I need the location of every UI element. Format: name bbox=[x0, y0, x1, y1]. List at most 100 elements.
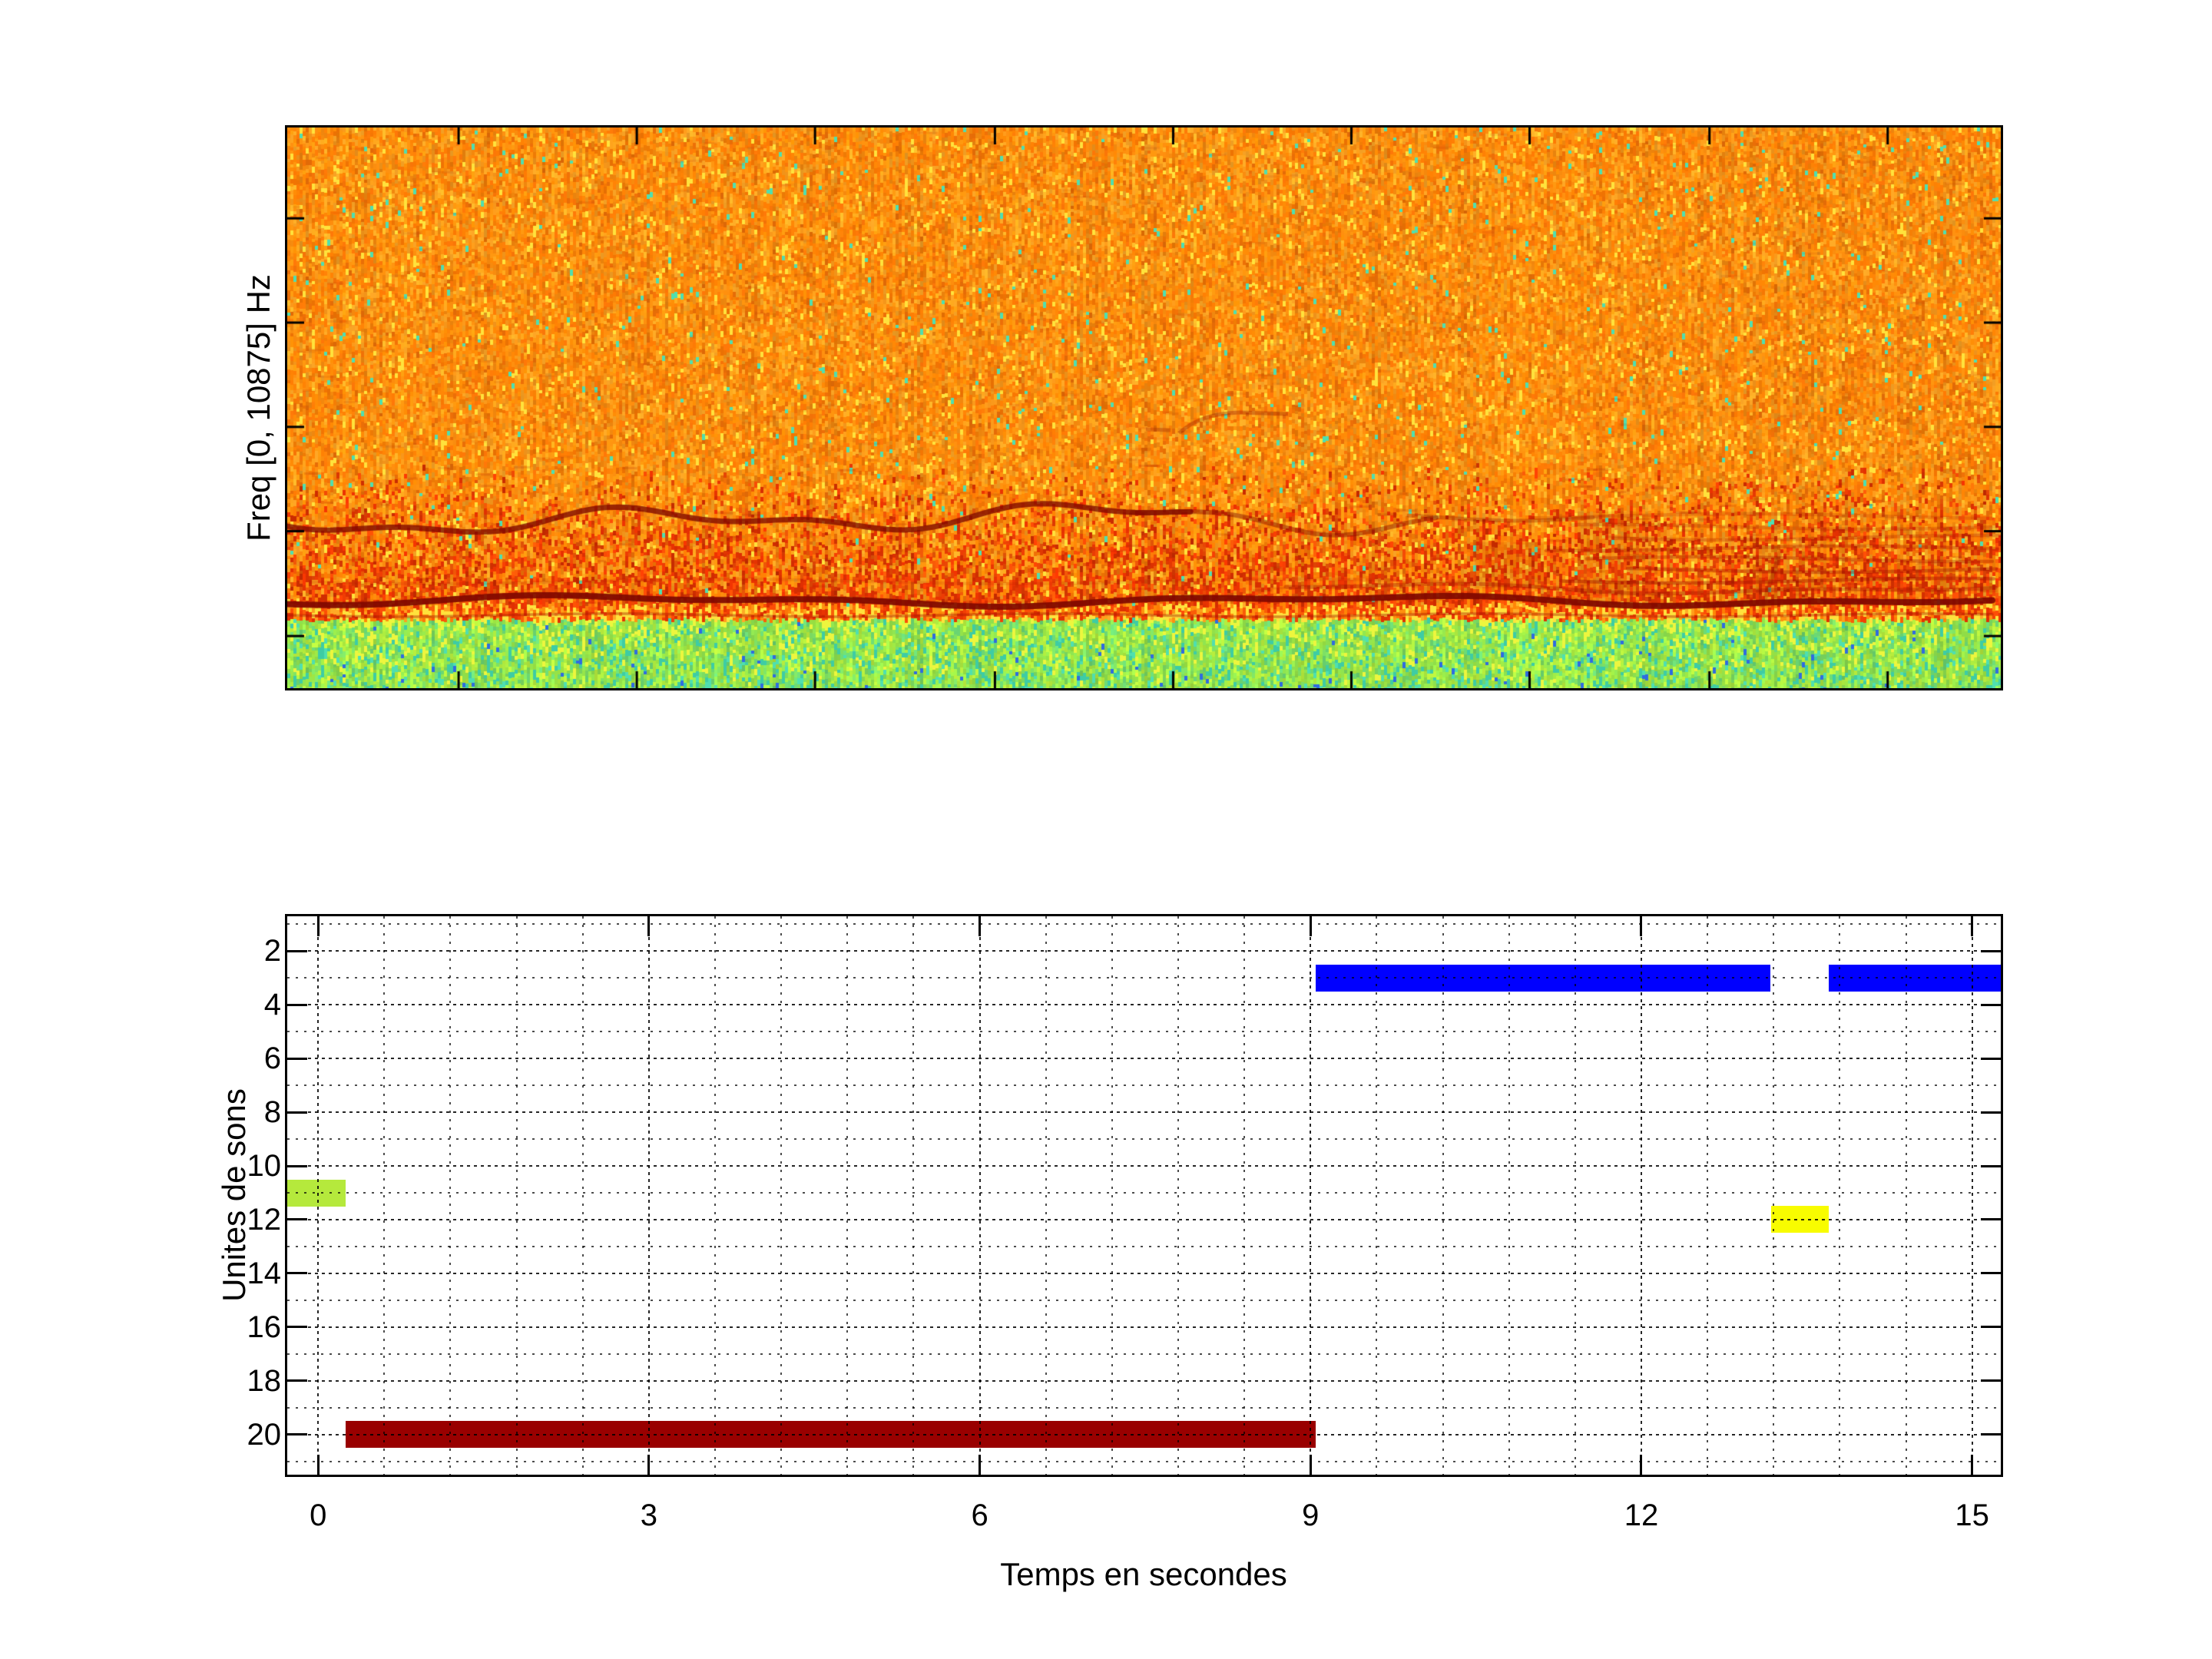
grid-h-minor bbox=[287, 1138, 2001, 1140]
x-tick-mark bbox=[1310, 1455, 1312, 1475]
grid-h-minor bbox=[287, 1031, 2001, 1032]
y-tick-label: 4 bbox=[135, 985, 281, 1024]
y-tick-mark bbox=[287, 950, 307, 952]
y-tick-mark-right bbox=[1981, 1218, 2001, 1220]
y-tick-mark bbox=[287, 1058, 307, 1060]
timeline-plot-area bbox=[287, 916, 2001, 1475]
x-tick-mark bbox=[1640, 1455, 1642, 1475]
grid-h-major bbox=[287, 1380, 2001, 1382]
grid-h-minor bbox=[287, 1084, 2001, 1086]
x-tick-label: 6 bbox=[926, 1496, 1034, 1535]
grid-v-minor bbox=[1243, 916, 1245, 1475]
x-tick-label: 3 bbox=[595, 1496, 703, 1535]
grid-v-major bbox=[317, 916, 319, 1475]
y-tick-mark-right bbox=[1981, 1433, 2001, 1435]
y-tick-label: 8 bbox=[135, 1093, 281, 1131]
y-tick-label: 20 bbox=[135, 1416, 281, 1454]
y-tick-label: 18 bbox=[135, 1362, 281, 1400]
grid-h-major bbox=[287, 1434, 2001, 1435]
grid-v-minor bbox=[516, 916, 518, 1475]
grid-v-minor bbox=[1508, 916, 1510, 1475]
grid-v-minor bbox=[1177, 916, 1179, 1475]
grid-h-minor bbox=[287, 977, 2001, 979]
y-tick-mark-right bbox=[1981, 1004, 2001, 1006]
y-tick-mark bbox=[287, 1433, 307, 1435]
y-tick-mark bbox=[287, 1165, 307, 1167]
grid-v-major bbox=[648, 916, 650, 1475]
grid-v-minor bbox=[1575, 916, 1576, 1475]
x-tick-label: 0 bbox=[264, 1496, 372, 1535]
grid-v-minor bbox=[1773, 916, 1774, 1475]
grid-h-minor bbox=[287, 1353, 2001, 1355]
spectrogram-ylabel: Freq [0, 10875] Hz bbox=[236, 139, 282, 677]
grid-h-minor bbox=[287, 1246, 2001, 1247]
x-tick-label: 9 bbox=[1257, 1496, 1364, 1535]
timeline-panel bbox=[285, 914, 2003, 1477]
x-tick-mark-top bbox=[647, 916, 650, 936]
y-tick-mark bbox=[287, 1272, 307, 1274]
grid-h-major bbox=[287, 1111, 2001, 1113]
y-tick-mark-right bbox=[1981, 1058, 2001, 1060]
y-tick-mark-right bbox=[1981, 1326, 2001, 1328]
y-tick-mark bbox=[287, 1379, 307, 1382]
y-tick-mark bbox=[287, 1326, 307, 1328]
grid-v-minor bbox=[582, 916, 584, 1475]
grid-v-minor bbox=[780, 916, 782, 1475]
x-tick-mark-top bbox=[1971, 916, 1973, 936]
y-tick-mark bbox=[287, 1004, 307, 1006]
grid-v-minor bbox=[1707, 916, 1708, 1475]
grid-h-major bbox=[287, 1219, 2001, 1220]
grid-h-minor bbox=[287, 1192, 2001, 1194]
y-tick-mark bbox=[287, 1218, 307, 1220]
grid-v-minor bbox=[1376, 916, 1377, 1475]
x-tick-mark bbox=[317, 1455, 320, 1475]
grid-v-minor bbox=[383, 916, 385, 1475]
y-tick-mark-right bbox=[1981, 950, 2001, 952]
x-tick-label: 15 bbox=[1919, 1496, 2026, 1535]
timeline-ylabel: Unites de sons bbox=[211, 965, 257, 1426]
grid-h-major bbox=[287, 1165, 2001, 1167]
grid-h-minor bbox=[287, 923, 2001, 925]
x-tick-mark-top bbox=[317, 916, 320, 936]
grid-h-major bbox=[287, 1273, 2001, 1274]
grid-h-major bbox=[287, 950, 2001, 952]
grid-v-major bbox=[979, 916, 981, 1475]
y-tick-mark-right bbox=[1981, 1272, 2001, 1274]
y-tick-mark-right bbox=[1981, 1379, 2001, 1382]
grid-h-major bbox=[287, 1058, 2001, 1059]
y-tick-label: 14 bbox=[135, 1254, 281, 1293]
x-tick-mark-top bbox=[979, 916, 981, 936]
y-tick-mark-right bbox=[1981, 1165, 2001, 1167]
x-tick-mark bbox=[979, 1455, 981, 1475]
grid-v-major bbox=[1641, 916, 1642, 1475]
x-tick-mark bbox=[647, 1455, 650, 1475]
y-tick-label: 6 bbox=[135, 1039, 281, 1078]
grid-v-major bbox=[1972, 916, 1973, 1475]
grid-v-minor bbox=[1442, 916, 1444, 1475]
y-tick-mark-right bbox=[1981, 1111, 2001, 1114]
grid-v-minor bbox=[1839, 916, 1840, 1475]
grid-v-minor bbox=[1111, 916, 1113, 1475]
grid-h-minor bbox=[287, 1461, 2001, 1462]
timeline-xlabel: Temps en secondes bbox=[836, 1553, 1451, 1596]
grid-v-minor bbox=[714, 916, 716, 1475]
grid-v-minor bbox=[1045, 916, 1047, 1475]
grid-h-minor bbox=[287, 1407, 2001, 1409]
grid-h-minor bbox=[287, 1300, 2001, 1301]
spectrogram-panel bbox=[285, 125, 2003, 690]
figure: Freq [0, 10875] Hz Unites de sons Temps … bbox=[0, 0, 2212, 1659]
x-tick-mark-top bbox=[1310, 916, 1312, 936]
grid-h-major bbox=[287, 1004, 2001, 1005]
spectrogram-image bbox=[287, 127, 2001, 688]
x-tick-mark-top bbox=[1640, 916, 1642, 936]
grid-v-minor bbox=[1906, 916, 1907, 1475]
grid-h-major bbox=[287, 1326, 2001, 1328]
y-tick-label: 16 bbox=[135, 1308, 281, 1346]
x-tick-label: 12 bbox=[1588, 1496, 1695, 1535]
y-tick-mark bbox=[287, 1111, 307, 1114]
x-tick-mark bbox=[1971, 1455, 1973, 1475]
grid-v-minor bbox=[846, 916, 848, 1475]
grid-v-major bbox=[1310, 916, 1311, 1475]
y-tick-label: 12 bbox=[135, 1200, 281, 1239]
grid-v-minor bbox=[912, 916, 914, 1475]
